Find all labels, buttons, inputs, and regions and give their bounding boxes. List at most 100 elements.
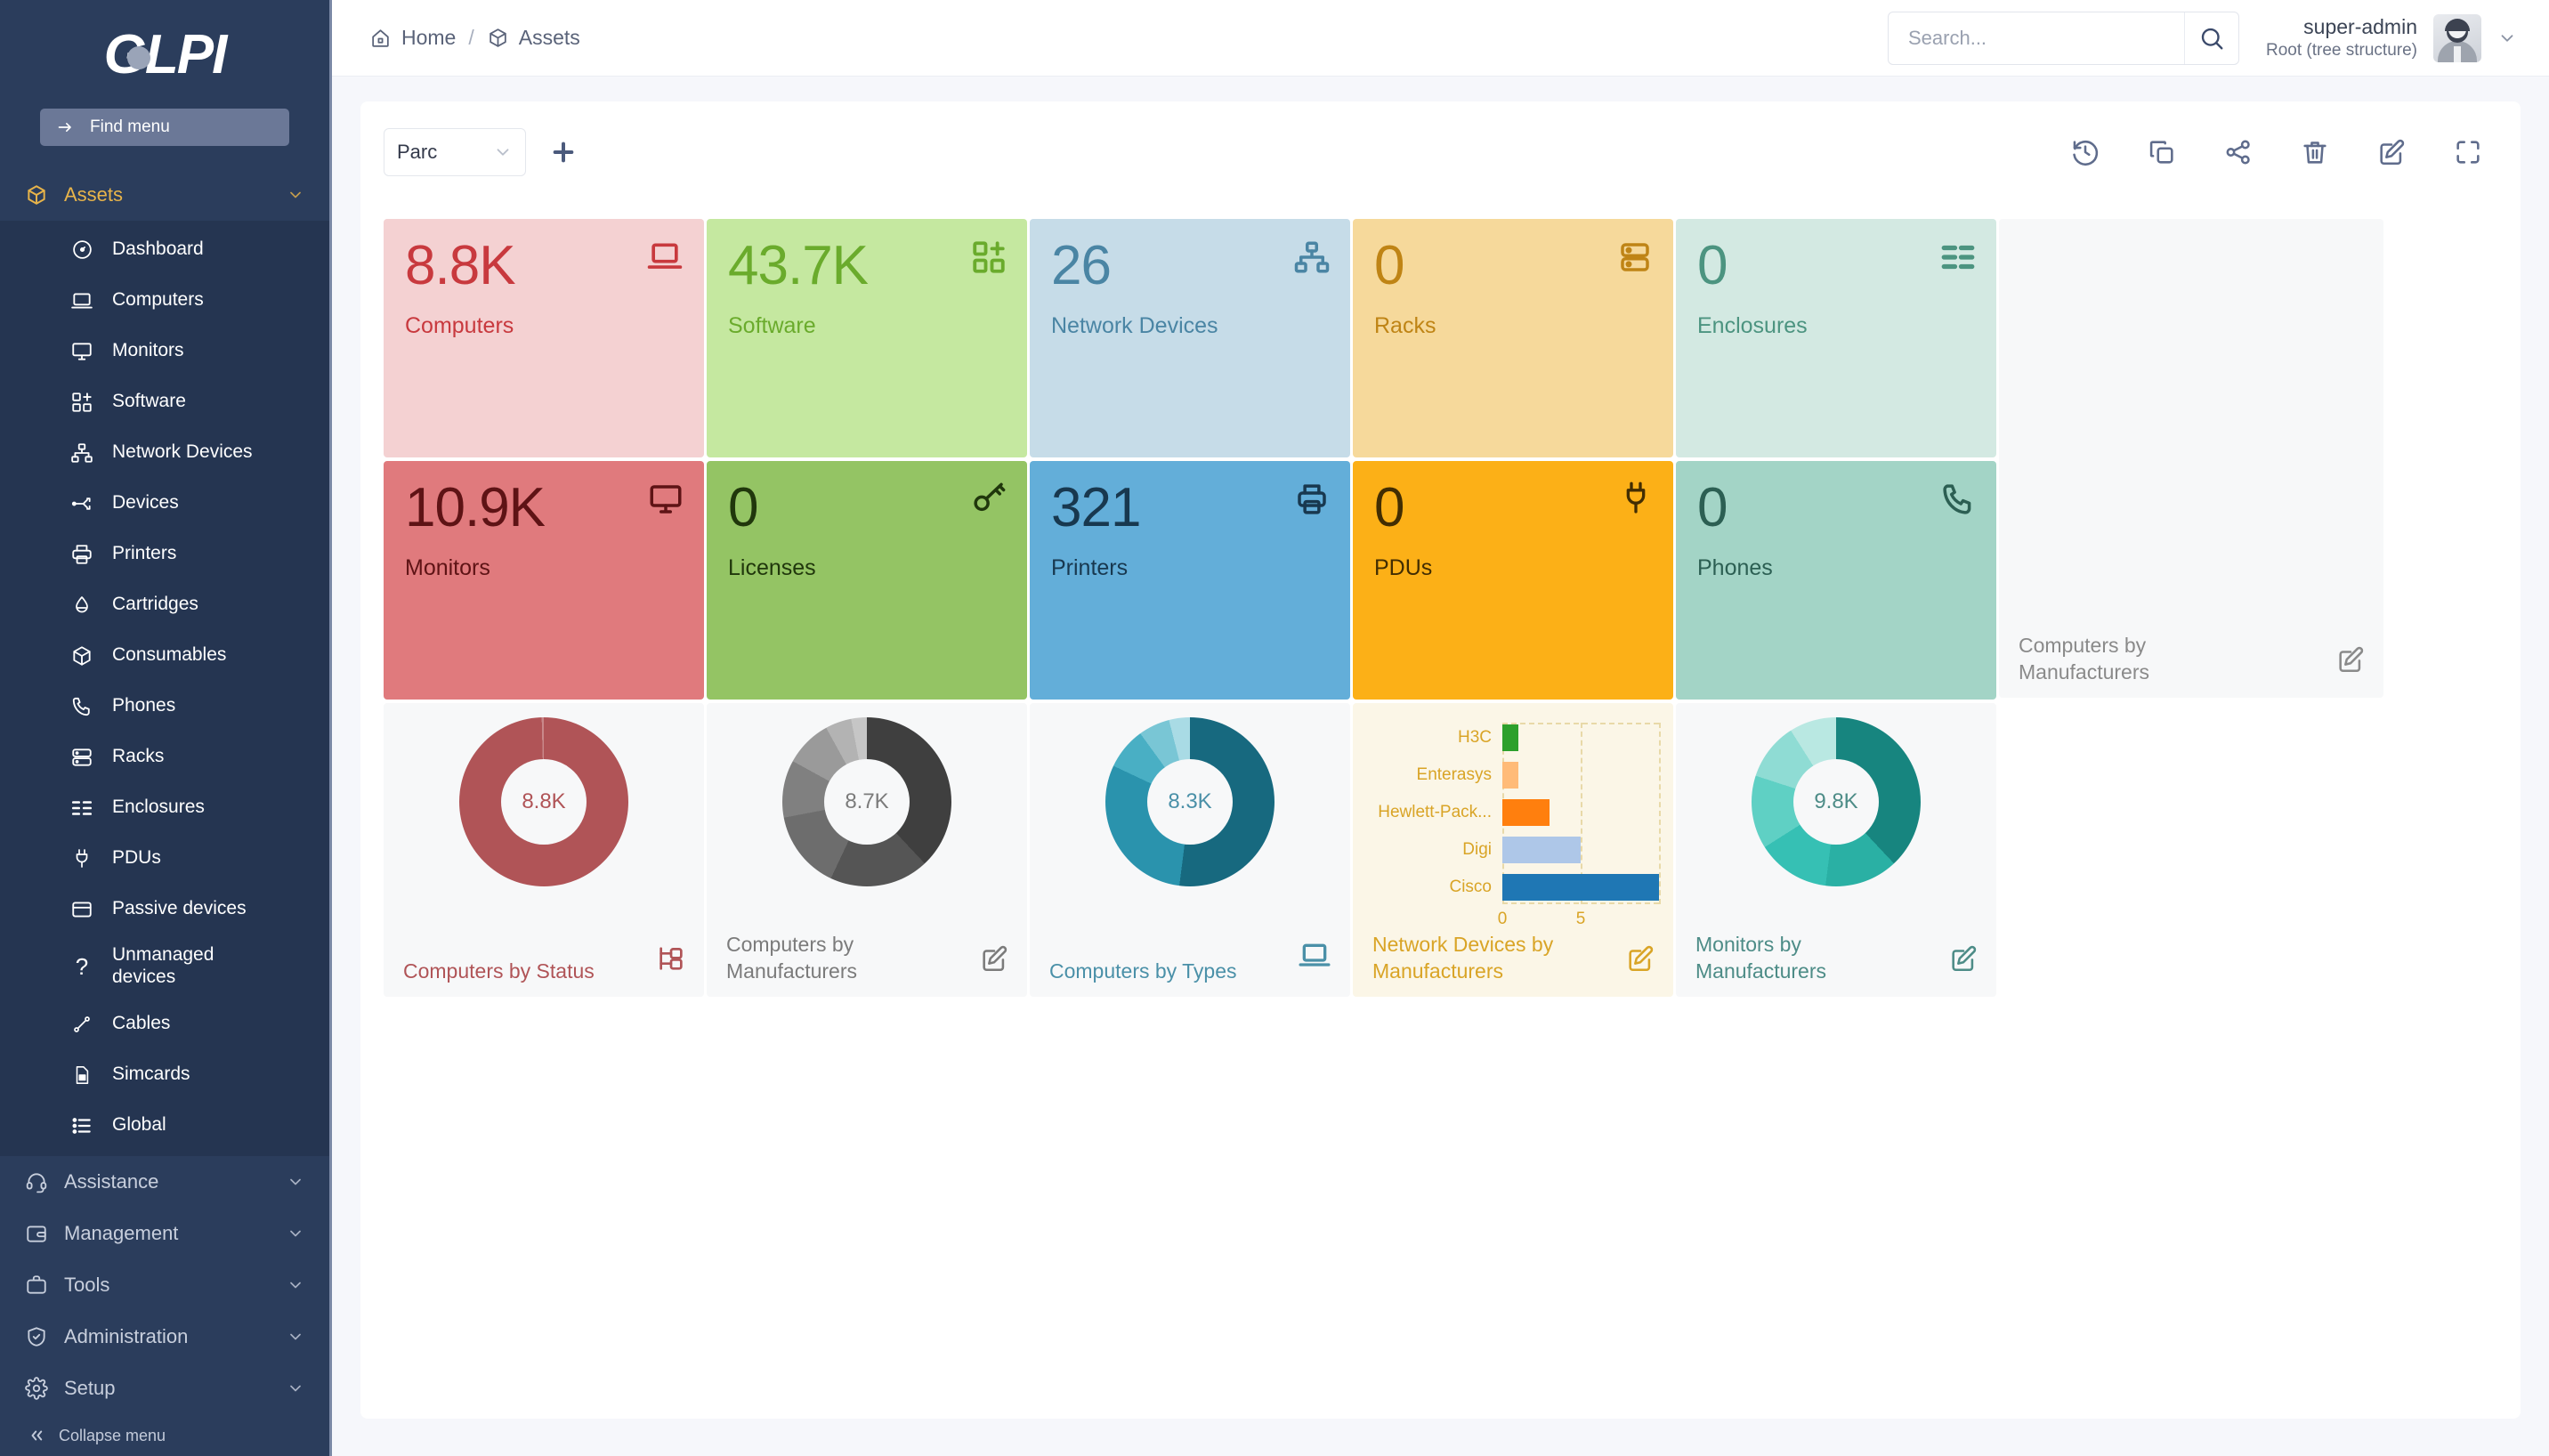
share-icon[interactable] xyxy=(2223,137,2254,167)
kpi-card-racks[interactable]: 0 Racks xyxy=(1353,219,1673,457)
edit-icon[interactable] xyxy=(1625,943,1655,974)
kpi-card-monitors[interactable]: 10.9K Monitors xyxy=(384,461,704,700)
search-input[interactable] xyxy=(1889,12,2184,64)
plug-icon xyxy=(1618,481,1654,516)
sidebar-section-label: Administration xyxy=(64,1325,188,1348)
chart-card-computers-by-manufacturers[interactable]: 8.7K Computers by Manufacturers xyxy=(707,703,1027,997)
sidebar-item-unmanaged-devices[interactable]: ? Unmanaged devices xyxy=(0,934,329,999)
chart-card-monitors-by-manufacturers[interactable]: 9.8K Monitors by Manufacturers xyxy=(1676,703,1996,997)
kpi-card-network-devices[interactable]: 26 Network Devices xyxy=(1030,219,1350,457)
sidebar-item-devices[interactable]: Devices xyxy=(0,478,329,529)
sidebar-item-phones[interactable]: Phones xyxy=(0,681,329,732)
enclosure-icon xyxy=(69,797,94,820)
trash-icon[interactable] xyxy=(2300,137,2330,167)
sidebar-item-racks[interactable]: Racks xyxy=(0,732,329,782)
network-icon xyxy=(69,441,94,465)
sidebar-item-label: Computers xyxy=(112,289,204,311)
donut-center-label: 8.8K xyxy=(522,789,565,814)
bar-row[interactable]: Hewlett-Pack... xyxy=(1369,797,1659,828)
find-menu-button[interactable]: Find menu xyxy=(40,109,289,146)
kpi-label: PDUs xyxy=(1374,555,1652,581)
sidebar-item-passive-devices[interactable]: Passive devices xyxy=(0,884,329,934)
kpi-card-software[interactable]: 43.7K Software xyxy=(707,219,1027,457)
chart-title: Network Devices by Manufacturers xyxy=(1372,932,1577,984)
chart-card-network-devices-by-manufacturers[interactable]: H3CEnterasysHewlett-Pack...DigiCisco05 N… xyxy=(1353,703,1673,997)
sidebar-item-network-devices[interactable]: Network Devices xyxy=(0,427,329,478)
chevron-down-icon[interactable] xyxy=(2497,28,2517,48)
sidebar-nav: Assets Dashboard Computers Monitors xyxy=(0,169,329,1415)
sidebar-section-setup[interactable]: Setup xyxy=(0,1363,329,1414)
sidebar-item-enclosures[interactable]: Enclosures xyxy=(0,782,329,833)
chevron-down-icon xyxy=(287,1328,304,1346)
sidebar-item-monitors[interactable]: Monitors xyxy=(0,326,329,376)
sidebar-item-consumables[interactable]: Consumables xyxy=(0,630,329,681)
user-menu[interactable]: super-admin Root (tree structure) xyxy=(2266,14,2517,62)
breadcrumb-item-assets[interactable]: Assets xyxy=(487,26,580,50)
sidebar-section-assets[interactable]: Assets xyxy=(0,169,329,221)
sidebar-item-cables[interactable]: Cables xyxy=(0,999,329,1049)
copy-icon[interactable] xyxy=(2147,137,2177,167)
sidebar-section-assistance[interactable]: Assistance xyxy=(0,1156,329,1208)
breadcrumb-item-home[interactable]: Home xyxy=(369,26,456,50)
sidebar-item-dashboard[interactable]: Dashboard xyxy=(0,224,329,275)
chart-card-computers-by-types[interactable]: 8.3K Computers by Types xyxy=(1030,703,1350,997)
bar-category-label: Hewlett-Pack... xyxy=(1369,803,1502,822)
bar-row[interactable]: Enterasys xyxy=(1369,760,1659,790)
kpi-card-printers[interactable]: 321 Printers xyxy=(1030,461,1350,700)
sidebar-item-global[interactable]: Global xyxy=(0,1100,329,1151)
search-button[interactable] xyxy=(2184,12,2238,64)
sidebar-item-simcards[interactable]: Simcards xyxy=(0,1049,329,1100)
chevron-down-icon xyxy=(287,1276,304,1294)
status-icon[interactable] xyxy=(656,943,686,974)
edit-icon[interactable] xyxy=(2376,137,2407,167)
kpi-value: 43.7K xyxy=(728,239,1006,294)
question-icon: ? xyxy=(69,955,94,978)
rack-icon xyxy=(1616,239,1654,276)
bar-row[interactable]: Digi xyxy=(1369,835,1659,865)
sidebar-item-pdus[interactable]: PDUs xyxy=(0,833,329,884)
box-icon xyxy=(69,644,94,667)
kpi-card-enclosures[interactable]: 0 Enclosures xyxy=(1676,219,1996,457)
chevron-down-icon xyxy=(493,142,513,162)
shield-check-icon xyxy=(25,1325,48,1348)
kpi-label: Computers xyxy=(405,313,683,339)
sidebar-item-cartridges[interactable]: Cartridges xyxy=(0,579,329,630)
find-menu-label: Find menu xyxy=(90,117,170,137)
kpi-value: 0 xyxy=(1374,239,1652,294)
kpi-label: Software xyxy=(728,313,1006,339)
glpi-logo[interactable]: GLPI xyxy=(0,0,329,109)
sidebar-item-software[interactable]: Software xyxy=(0,376,329,427)
kpi-card-computers[interactable]: 8.8K Computers xyxy=(384,219,704,457)
kpi-card-licenses[interactable]: 0 Licenses xyxy=(707,461,1027,700)
history-icon[interactable] xyxy=(2070,137,2100,167)
chart-card-computers-by-manufacturers-empty[interactable]: Computers by Manufacturers xyxy=(1999,219,2383,698)
bar-chart-network-devices: H3CEnterasysHewlett-Pack...DigiCisco05 xyxy=(1369,723,1659,927)
sidebar-item-label: Dashboard xyxy=(112,239,204,261)
edit-icon[interactable] xyxy=(1948,943,1979,974)
sidebar-item-computers[interactable]: Computers xyxy=(0,275,329,326)
sidebar-item-printers[interactable]: Printers xyxy=(0,529,329,579)
chevron-down-icon xyxy=(287,1379,304,1397)
bar-row[interactable]: H3C xyxy=(1369,723,1659,753)
bar-row[interactable]: Cisco xyxy=(1369,872,1659,902)
add-dashboard-button[interactable] xyxy=(549,138,578,166)
collapse-menu-button[interactable]: Collapse menu xyxy=(0,1415,329,1456)
chart-card-computers-by-status[interactable]: 8.8K Computers by Status xyxy=(384,703,704,997)
donut-center-label: 9.8K xyxy=(1814,789,1857,814)
kpi-card-pdus[interactable]: 0 PDUs xyxy=(1353,461,1673,700)
plus-icon xyxy=(549,138,578,166)
fullscreen-icon[interactable] xyxy=(2453,137,2483,167)
edit-icon[interactable] xyxy=(979,943,1009,974)
home-icon xyxy=(369,27,392,49)
dashboard-select[interactable]: Parc xyxy=(384,128,526,176)
box-icon xyxy=(487,27,509,49)
kpi-card-phones[interactable]: 0 Phones xyxy=(1676,461,1996,700)
laptop-icon[interactable] xyxy=(1297,938,1332,974)
sidebar-section-tools[interactable]: Tools xyxy=(0,1259,329,1311)
sidebar-section-management[interactable]: Management xyxy=(0,1208,329,1259)
sidebar-item-label: Monitors xyxy=(112,340,184,362)
sidebar-section-administration[interactable]: Administration xyxy=(0,1311,329,1363)
donut-wrap: 9.8K xyxy=(1676,717,1996,886)
edit-icon[interactable] xyxy=(2335,644,2366,675)
donut-center-label: 8.7K xyxy=(845,789,888,814)
